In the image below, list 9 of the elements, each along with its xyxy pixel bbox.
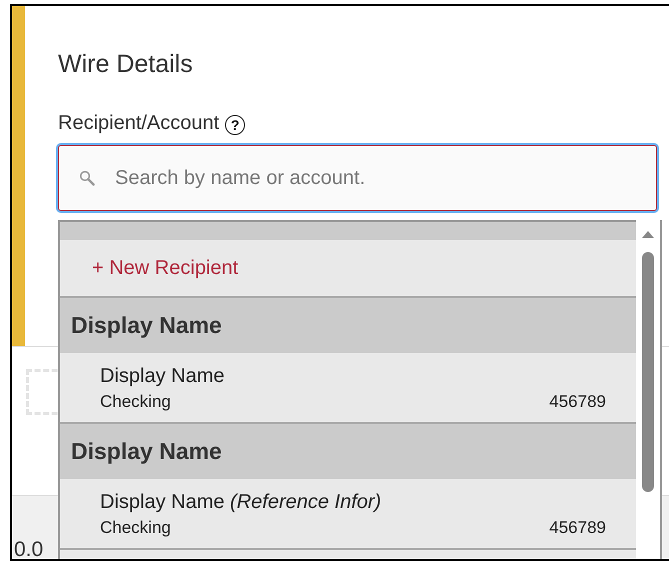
- amount-text: 0.0: [14, 538, 44, 559]
- scroll-up-icon[interactable]: [642, 231, 654, 238]
- section-title: Wire Details: [58, 50, 194, 79]
- group-header: Display Name: [60, 298, 636, 353]
- search-field[interactable]: Search by name or account.: [58, 145, 657, 211]
- scroll-thumb[interactable]: [642, 252, 654, 492]
- help-icon[interactable]: ?: [225, 115, 246, 135]
- field-label: Recipient/Account: [58, 112, 220, 135]
- group-header: Display Name: [60, 424, 636, 479]
